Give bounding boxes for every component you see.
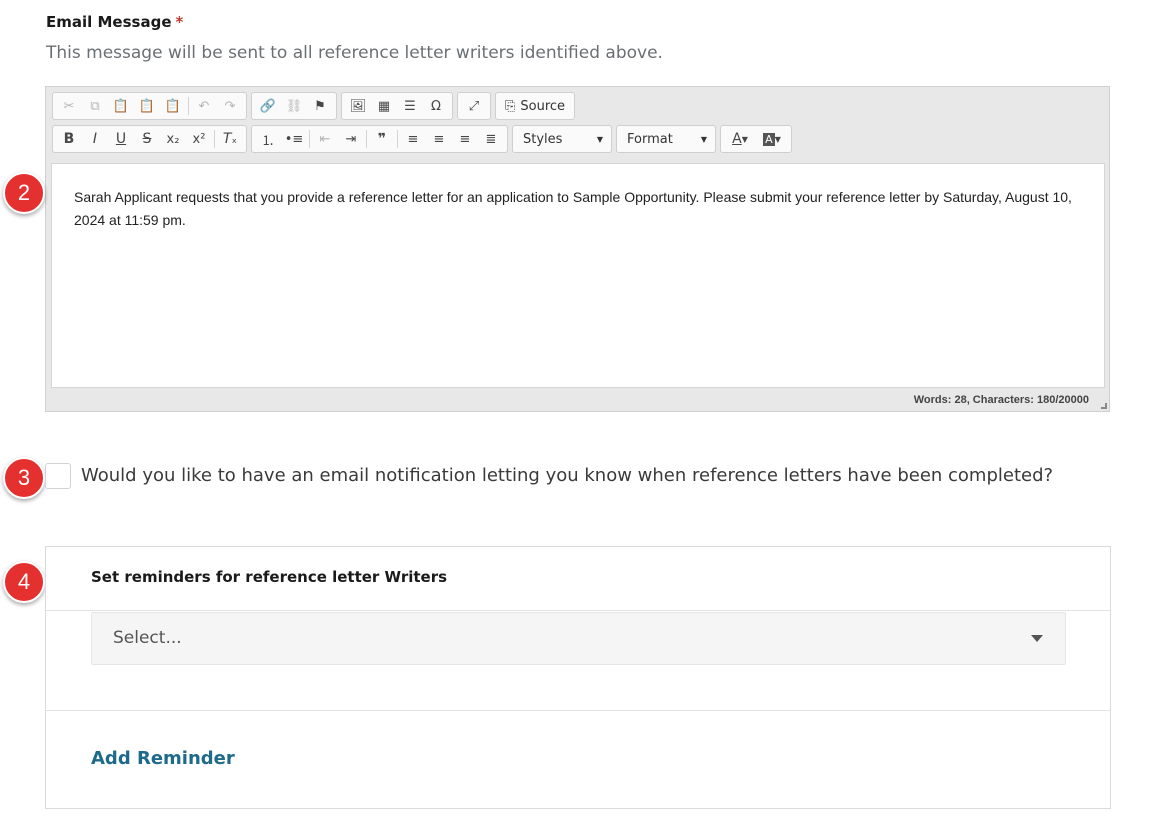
format-label: Format — [627, 131, 673, 147]
rich-text-editor: ✂ ⧉ 📋 📋 📋 ↶ ↷ 🔗 ⛓ ⚑ 🖼 ▦ ☰ Ω ⤢ ⎘ Source B… — [45, 86, 1110, 412]
resize-handle-icon[interactable] — [1101, 403, 1107, 409]
italic-icon[interactable]: I — [82, 127, 108, 151]
source-label: Source — [520, 98, 566, 114]
email-message-label: Email Message * — [46, 13, 183, 31]
chevron-down-icon: ▼ — [700, 134, 707, 144]
background-color-icon[interactable]: A ▼ — [756, 127, 788, 151]
blockquote-icon[interactable]: ❞ — [369, 127, 395, 151]
copy-icon[interactable]: ⧉ — [82, 94, 108, 118]
reminder-select-value: Select... — [113, 628, 182, 648]
link-group: 🔗 ⛓ ⚑ — [251, 92, 337, 120]
toolbar-row-2: B I U S x₂ x² Tₓ ⒈ •≡ ⇤ ⇥ ❞ ≡ ≡ ≡ ≣ Styl… — [52, 125, 792, 153]
underline-icon[interactable]: U — [108, 127, 134, 151]
styles-dropdown[interactable]: Styles ▼ — [512, 125, 612, 153]
text-color-icon[interactable]: A ▼ — [724, 127, 756, 151]
format-dropdown[interactable]: Format ▼ — [616, 125, 716, 153]
special-char-icon[interactable]: Ω — [423, 94, 449, 118]
color-group: A ▼ A ▼ — [720, 125, 792, 153]
image-icon[interactable]: 🖼 — [345, 94, 371, 118]
notify-checkbox[interactable] — [45, 463, 71, 489]
strikethrough-icon[interactable]: S — [134, 127, 160, 151]
toolbar-separator — [214, 130, 215, 148]
required-asterisk: * — [175, 13, 184, 31]
chevron-down-icon: ▼ — [596, 134, 603, 144]
paragraph-group: ⒈ •≡ ⇤ ⇥ ❞ ≡ ≡ ≡ ≣ — [251, 125, 508, 153]
numbered-list-icon[interactable]: ⒈ — [255, 127, 281, 151]
outdent-icon[interactable]: ⇤ — [312, 127, 338, 151]
clipboard-group: ✂ ⧉ 📋 📋 📋 ↶ ↷ — [52, 92, 247, 120]
align-center-icon[interactable]: ≡ — [426, 127, 452, 151]
source-group: ⎘ Source — [495, 92, 576, 120]
reminders-panel-header: Set reminders for reference letter Write… — [46, 547, 1110, 611]
superscript-icon[interactable]: x² — [186, 127, 212, 151]
editor-content[interactable]: Sarah Applicant requests that you provid… — [51, 163, 1105, 388]
redo-icon[interactable]: ↷ — [217, 94, 243, 118]
paste-text-icon[interactable]: 📋 — [134, 94, 160, 118]
align-left-icon[interactable]: ≡ — [400, 127, 426, 151]
maximize-group: ⤢ — [457, 92, 491, 120]
table-icon[interactable]: ▦ — [371, 94, 397, 118]
source-button[interactable]: ⎘ Source — [499, 99, 571, 114]
toolbar-separator — [366, 130, 367, 148]
link-icon[interactable]: 🔗 — [255, 94, 281, 118]
styles-label: Styles — [523, 131, 563, 147]
add-reminder-link[interactable]: Add Reminder — [91, 748, 235, 769]
toolbar-row-1: ✂ ⧉ 📋 📋 📋 ↶ ↷ 🔗 ⛓ ⚑ 🖼 ▦ ☰ Ω ⤢ ⎘ Source — [52, 92, 576, 120]
callout-badge-3: 3 — [3, 457, 45, 499]
notify-checkbox-label[interactable]: Would you like to have an email notifica… — [81, 465, 1053, 486]
unlink-icon[interactable]: ⛓ — [281, 94, 307, 118]
divider — [46, 710, 1110, 711]
word-count: Words: 28, Characters: 180/20000 — [913, 394, 1089, 406]
bulleted-list-icon[interactable]: •≡ — [281, 127, 307, 151]
toolbar-separator — [397, 130, 398, 148]
horizontal-line-icon[interactable]: ☰ — [397, 94, 423, 118]
align-justify-icon[interactable]: ≣ — [478, 127, 504, 151]
indent-icon[interactable]: ⇥ — [338, 127, 364, 151]
paste-word-icon[interactable]: 📋 — [160, 94, 186, 118]
cut-icon[interactable]: ✂ — [56, 94, 82, 118]
reminders-panel: Set reminders for reference letter Write… — [45, 546, 1111, 809]
bold-icon[interactable]: B — [56, 127, 82, 151]
callout-badge-4: 4 — [3, 561, 45, 603]
remove-format-icon[interactable]: Tₓ — [217, 127, 243, 151]
toolbar-separator — [309, 130, 310, 148]
subscript-icon[interactable]: x₂ — [160, 127, 186, 151]
source-icon: ⎘ — [505, 98, 516, 114]
insert-group: 🖼 ▦ ☰ Ω — [341, 92, 453, 120]
maximize-icon[interactable]: ⤢ — [461, 94, 487, 118]
anchor-flag-icon[interactable]: ⚑ — [307, 94, 333, 118]
reminders-title: Set reminders for reference letter Write… — [91, 568, 448, 586]
reminder-select[interactable]: Select... — [91, 612, 1066, 665]
email-label-text: Email Message — [46, 13, 172, 31]
email-message-help: This message will be sent to all referen… — [46, 43, 663, 63]
paste-icon[interactable]: 📋 — [108, 94, 134, 118]
align-right-icon[interactable]: ≡ — [452, 127, 478, 151]
basic-styles-group: B I U S x₂ x² Tₓ — [52, 125, 247, 153]
callout-badge-2: 2 — [3, 172, 45, 214]
undo-icon[interactable]: ↶ — [191, 94, 217, 118]
toolbar-separator — [188, 97, 189, 115]
chevron-down-icon — [1031, 635, 1043, 642]
